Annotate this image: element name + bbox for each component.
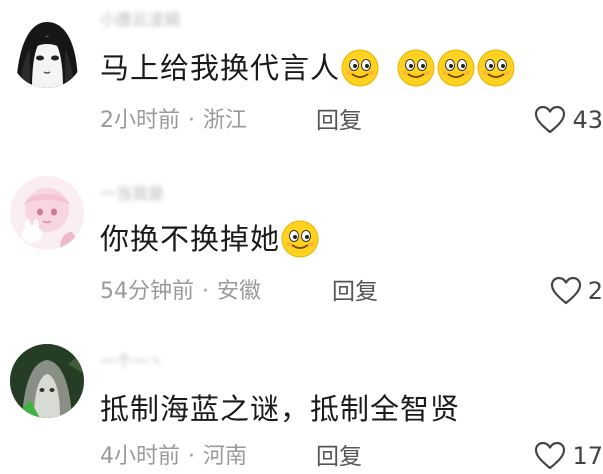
like-button[interactable]: 43	[534, 104, 603, 136]
comment-meta: 4小时前 · 河南	[100, 442, 247, 472]
smile-emoji-icon	[340, 48, 380, 88]
comment-text-body: 抵制海蓝之谜，抵制全智贤	[100, 392, 461, 426]
comment-location: 安徽	[217, 279, 262, 304]
avatar-image	[10, 14, 84, 88]
comment-location: 河南	[203, 444, 248, 469]
avatar-image	[10, 176, 84, 250]
meta-separator: ·	[202, 279, 209, 304]
like-count: 2	[587, 277, 603, 305]
heart-icon	[550, 276, 581, 305]
comment-text-body: 你换不换掉她	[100, 222, 281, 256]
username[interactable]: 一当我是	[100, 180, 164, 203]
meta-separator: ·	[188, 444, 195, 469]
like-button[interactable]: 17	[534, 440, 603, 472]
like-count: 43	[572, 106, 603, 134]
avatar[interactable]	[10, 14, 84, 88]
comment-time: 2小时前	[100, 108, 180, 133]
like-button[interactable]: 2	[550, 275, 603, 307]
reply-button[interactable]: 回复	[316, 106, 362, 136]
smile-emoji-icon	[280, 219, 320, 259]
avatar[interactable]	[10, 176, 84, 250]
comment-meta: 2小时前 · 浙江	[100, 106, 247, 136]
avatar-image	[10, 344, 84, 418]
comment-time: 54分钟前	[100, 279, 194, 304]
heart-icon	[535, 105, 566, 134]
reply-button[interactable]: 回复	[332, 277, 378, 307]
comment-time: 4小时前	[100, 444, 180, 469]
username[interactable]: 一个一丶	[100, 348, 164, 371]
smile-emoji-icon	[476, 48, 516, 88]
heart-icon	[535, 441, 566, 470]
comment-location: 浙江	[203, 108, 248, 133]
comment-text-body: 马上给我换代言人	[100, 51, 341, 85]
reply-button[interactable]: 回复	[316, 442, 362, 472]
like-count: 17	[572, 442, 603, 470]
comment-text: 马上给我换代言人	[100, 48, 516, 90]
username[interactable]: 小唐云凌娟	[100, 6, 180, 29]
comment-meta: 54分钟前 · 安徽	[100, 277, 261, 307]
smile-emoji-icon	[396, 48, 436, 88]
comment-text: 你换不换掉她	[100, 219, 320, 261]
comment-text: 抵制海蓝之谜，抵制全智贤	[100, 389, 460, 429]
avatar[interactable]	[10, 344, 84, 418]
meta-separator: ·	[188, 108, 195, 133]
smile-emoji-icon	[436, 48, 476, 88]
